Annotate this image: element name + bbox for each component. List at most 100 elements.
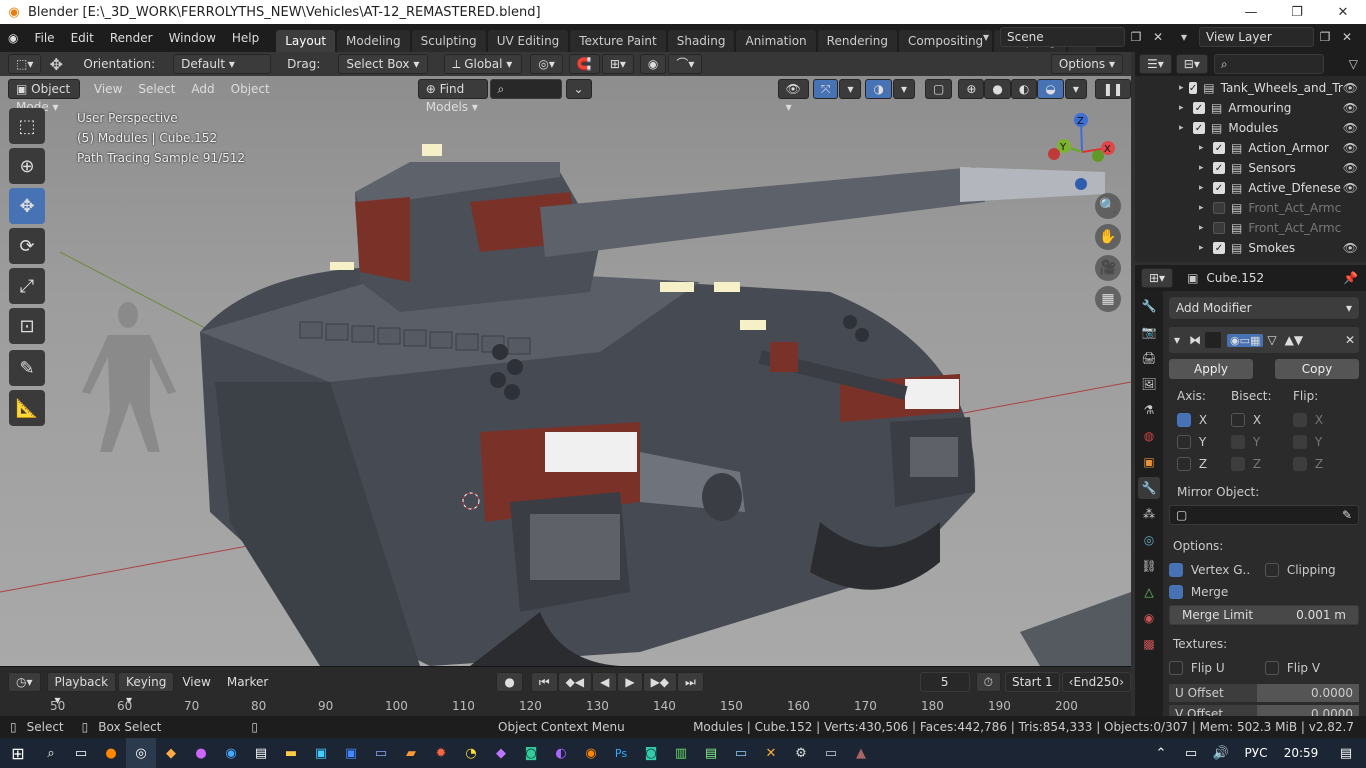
timeline-ruler[interactable]: 50 60 70 80 90 100 110 120 130 140 150 160 170 180 190… bbox=[0, 667, 1131, 717]
tab-modeling[interactable]: Modeling bbox=[337, 30, 410, 52]
menu-select[interactable]: Select bbox=[130, 82, 183, 96]
eye-icon[interactable]: 👁 bbox=[1343, 141, 1358, 155]
outliner-row[interactable]: ▸ ▤ Front_Act_Armc bbox=[1135, 198, 1366, 218]
menu-add[interactable]: Add bbox=[183, 82, 222, 96]
exclude-checkbox[interactable]: ✓ bbox=[1213, 182, 1225, 194]
outliner-row[interactable]: ▸ ✓ ▤ Active_Dfenese 👁 bbox=[1135, 178, 1366, 198]
proportional-falloff-icon[interactable]: ⌒▾ bbox=[668, 54, 703, 74]
bisect-y-checkbox[interactable] bbox=[1231, 435, 1245, 450]
task-view-icon[interactable]: ▭ bbox=[66, 738, 96, 768]
flip-u-checkbox[interactable] bbox=[1169, 661, 1183, 676]
menu-edit[interactable]: Edit bbox=[63, 24, 102, 52]
overlays-dropdown-icon[interactable]: ▾ bbox=[892, 79, 915, 99]
move-tool-icon[interactable]: ✥ bbox=[9, 188, 45, 224]
proportional-edit-icon[interactable]: ◉ bbox=[639, 54, 667, 74]
app-violet-icon[interactable]: ◐ bbox=[546, 738, 576, 768]
bisect-x-checkbox[interactable] bbox=[1231, 413, 1245, 428]
measure-tool-icon[interactable]: 📐 bbox=[9, 390, 45, 426]
tab-sculpting[interactable]: Sculpting bbox=[411, 30, 486, 52]
flip-x-checkbox[interactable] bbox=[1293, 413, 1307, 428]
delete-view-layer-icon[interactable]: ✕ bbox=[1336, 30, 1358, 44]
app-tool-icon[interactable]: ⚙ bbox=[786, 738, 816, 768]
delete-scene-icon[interactable]: ✕ bbox=[1147, 30, 1169, 44]
language-indicator[interactable]: РУС bbox=[1236, 738, 1276, 768]
annotate-tool-icon[interactable]: ✎ bbox=[9, 350, 45, 386]
exclude-checkbox[interactable]: ✓ bbox=[1213, 142, 1225, 154]
exclude-checkbox[interactable]: ✓ bbox=[1193, 122, 1205, 134]
ortho-grid-icon[interactable]: ▦ bbox=[1095, 286, 1121, 312]
tab-animation[interactable]: Animation bbox=[736, 30, 816, 52]
outliner-search-input[interactable]: ⌕ bbox=[1213, 54, 1324, 74]
tab-shading[interactable]: Shading bbox=[667, 30, 735, 52]
find-expand-icon[interactable]: ⌄ bbox=[565, 79, 592, 99]
scene-icon[interactable]: ▾ bbox=[972, 30, 1000, 44]
menu-view[interactable]: View bbox=[86, 82, 130, 96]
modifier-name-field[interactable] bbox=[1205, 332, 1221, 348]
exclude-checkbox[interactable]: ✓ bbox=[1213, 162, 1225, 174]
expand-arrow-icon[interactable]: ▸ bbox=[1199, 143, 1213, 153]
data-tab-icon[interactable]: △ bbox=[1138, 581, 1160, 603]
u-offset-field[interactable]: U Offset 0.0000 bbox=[1169, 683, 1359, 703]
3d-viewport[interactable]: ⬚▾ ✥ Orientation: Default ▾ Drag: Select… bbox=[0, 52, 1131, 666]
expand-arrow-icon[interactable]: ▸ bbox=[1199, 223, 1213, 233]
expand-arrow-icon[interactable]: ▸ bbox=[1199, 203, 1213, 213]
menu-help[interactable]: Help bbox=[224, 24, 267, 52]
new-view-layer-icon[interactable]: ❐ bbox=[1314, 30, 1336, 44]
outliner-row[interactable]: ▸ ✓ ▤ Smokes 👁 bbox=[1135, 238, 1366, 258]
find-search-input[interactable]: ⌕ bbox=[490, 79, 562, 99]
gizmo-dropdown-icon[interactable]: ▾ bbox=[839, 79, 862, 99]
physics-tab-icon[interactable]: ◎ bbox=[1138, 529, 1160, 551]
tab-layout[interactable]: Layout bbox=[276, 30, 336, 52]
shading-solid-icon[interactable]: ● bbox=[984, 79, 1011, 99]
expand-arrow-icon[interactable]: ▸ bbox=[1179, 83, 1189, 93]
find-models-dropdown[interactable]: ⊕ Find Models ▾ bbox=[417, 79, 489, 114]
clipping-checkbox[interactable] bbox=[1265, 563, 1279, 578]
visibility-icon[interactable]: 👁▾ bbox=[777, 79, 809, 114]
eye-icon[interactable]: 👁 bbox=[1343, 161, 1358, 175]
snap-target-icon[interactable]: ⊞▾ bbox=[601, 54, 634, 74]
cursor-tool-icon[interactable]: ⊕ bbox=[9, 148, 45, 184]
copy-button[interactable]: Copy bbox=[1275, 359, 1359, 379]
view-layer-icon[interactable]: ▾ bbox=[1169, 30, 1199, 44]
expand-arrow-icon[interactable]: ▸ bbox=[1179, 103, 1193, 113]
tab-texture-paint[interactable]: Texture Paint bbox=[570, 30, 666, 52]
properties-editor-icon[interactable]: ⊞▾ bbox=[1141, 268, 1174, 288]
object-tab-icon[interactable]: ▣ bbox=[1138, 451, 1160, 473]
network-icon[interactable]: ▭ bbox=[1176, 738, 1206, 768]
eyedropper-icon[interactable]: ✎ bbox=[1342, 506, 1352, 524]
expand-arrow-icon[interactable]: ▸ bbox=[1199, 183, 1213, 193]
outliner-row[interactable]: ▸ ✓ ▤ Action_Armor 👁 bbox=[1135, 138, 1366, 158]
merge-checkbox[interactable] bbox=[1169, 585, 1183, 600]
eye-icon[interactable]: 👁 bbox=[1343, 181, 1358, 195]
expand-arrow-icon[interactable]: ▸ bbox=[1199, 163, 1213, 173]
edit-cage-icon[interactable]: ▽ bbox=[1267, 333, 1276, 347]
eye-icon[interactable]: 👁 bbox=[1343, 241, 1358, 255]
volume-icon[interactable]: 🔊 bbox=[1206, 738, 1236, 768]
steam-icon[interactable]: ◎ bbox=[126, 738, 156, 768]
collapse-icon[interactable]: ▾ bbox=[1169, 333, 1185, 347]
search-icon[interactable]: ⌕ bbox=[36, 738, 66, 768]
apply-button[interactable]: Apply bbox=[1169, 359, 1253, 379]
expand-arrow-icon[interactable]: ▸ bbox=[1179, 123, 1193, 133]
select-box-tool-icon[interactable]: ⬚ bbox=[9, 108, 45, 144]
app-monitor-icon[interactable]: ▭ bbox=[366, 738, 396, 768]
exclude-checkbox[interactable] bbox=[1213, 222, 1225, 234]
tool-tab-icon[interactable]: 🔧 bbox=[1138, 295, 1160, 317]
shading-wireframe-icon[interactable]: ⊕ bbox=[958, 79, 985, 99]
snap-icon[interactable]: 🧲 bbox=[568, 54, 600, 74]
zoom-icon[interactable]: 🔍 bbox=[1095, 193, 1121, 219]
app-orange-icon[interactable]: ✕ bbox=[756, 738, 786, 768]
app-pc-icon[interactable]: ▭ bbox=[816, 738, 846, 768]
app-purple-icon[interactable]: ◆ bbox=[486, 738, 516, 768]
app-bar-icon[interactable]: ▥ bbox=[666, 738, 696, 768]
app-hat-icon[interactable]: ▲ bbox=[846, 738, 876, 768]
mirror-object-field[interactable]: ▢ ✎ bbox=[1169, 505, 1359, 525]
tab-rendering[interactable]: Rendering bbox=[817, 30, 897, 52]
remove-modifier-icon[interactable]: ✕ bbox=[1345, 333, 1355, 347]
photoshop-icon[interactable]: Ps bbox=[606, 738, 636, 768]
drag-dropdown[interactable]: Select Box ▾ bbox=[338, 54, 429, 74]
orientation-dropdown[interactable]: Default ▾ bbox=[173, 54, 272, 74]
outliner-row[interactable]: ▸ ✓ ▤ Tank_Wheels_and_Tr 👁 bbox=[1135, 78, 1366, 98]
modifier-tab-icon[interactable]: 🔧 bbox=[1138, 477, 1160, 499]
shading-rendered-icon[interactable]: ◒ bbox=[1037, 79, 1064, 99]
